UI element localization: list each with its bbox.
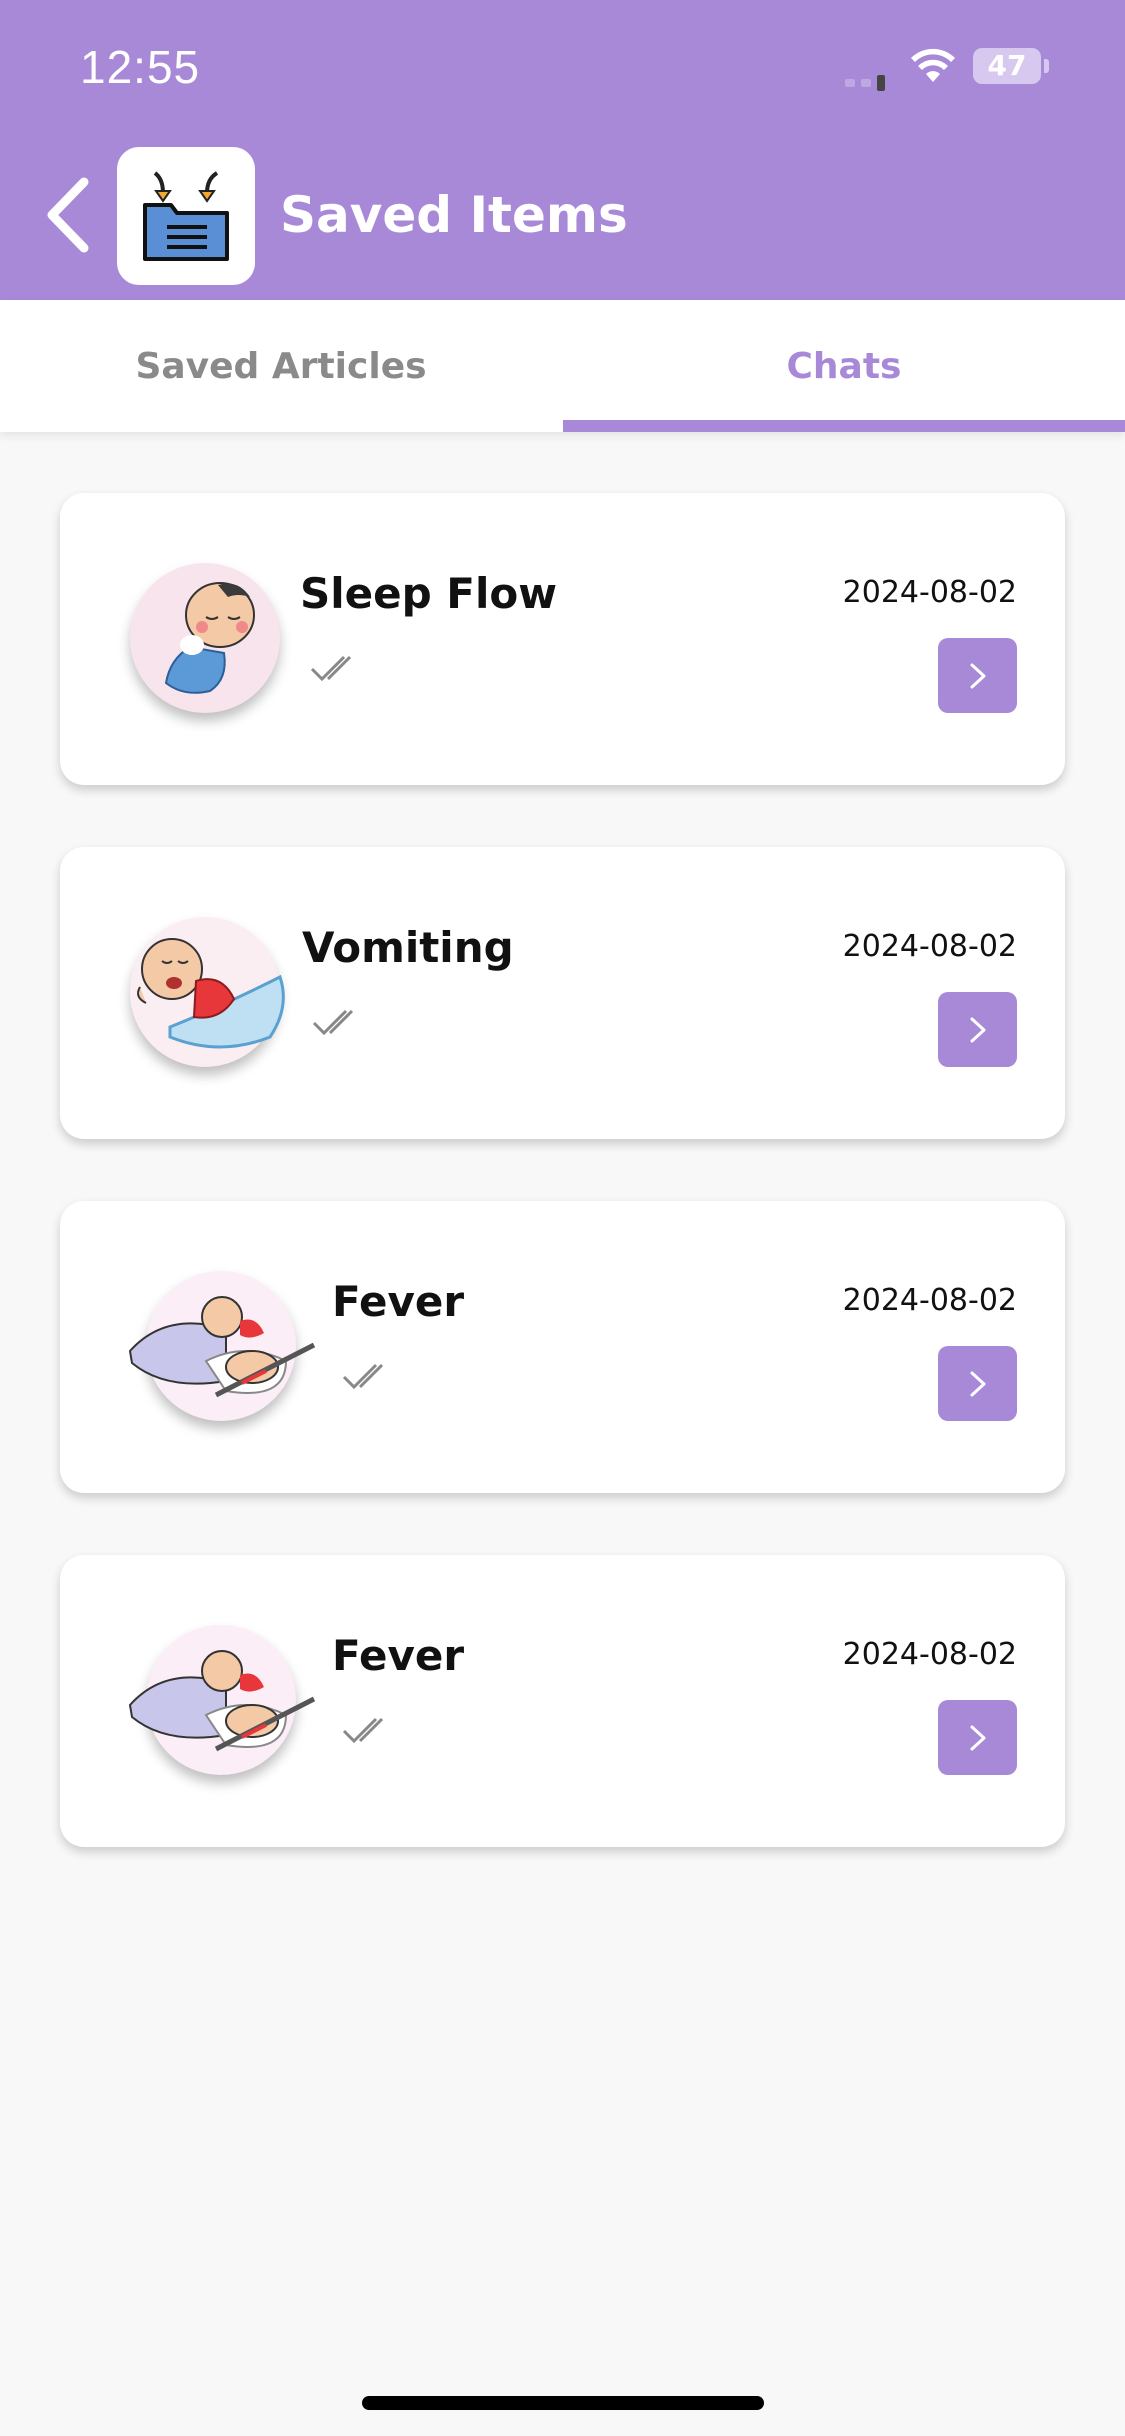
chat-title: Vomiting — [302, 923, 514, 972]
saved-folder-icon — [117, 147, 255, 285]
saved-items-screen: 12:55 47 Saved Items Saved Articles Chat… — [0, 0, 1125, 2436]
open-chat-button[interactable] — [938, 992, 1017, 1067]
chevron-right-icon — [970, 1725, 986, 1751]
chat-title: Fever — [332, 1631, 465, 1680]
chat-title: Fever — [332, 1277, 465, 1326]
double-check-icon — [310, 655, 352, 682]
cellular-signal-icon — [845, 72, 891, 91]
page-title: Saved Items — [280, 186, 628, 244]
open-chat-button[interactable] — [938, 1700, 1017, 1775]
chat-date: 2024-08-02 — [842, 575, 1017, 610]
battery-icon: 47 — [973, 48, 1049, 84]
chat-card[interactable]: Sleep Flow 2024-08-02 — [60, 493, 1065, 785]
chat-card[interactable]: Vomiting 2024-08-02 — [60, 847, 1065, 1139]
back-button[interactable] — [40, 170, 100, 260]
chat-card[interactable]: Fever 2024-08-02 — [60, 1555, 1065, 1847]
wifi-icon — [911, 48, 955, 82]
open-chat-button[interactable] — [938, 1346, 1017, 1421]
double-check-icon — [312, 1009, 354, 1036]
home-indicator[interactable] — [362, 2396, 764, 2410]
chat-date: 2024-08-02 — [842, 929, 1017, 964]
active-tab-indicator — [563, 420, 1125, 432]
double-check-icon — [342, 1717, 384, 1744]
fever-baby-avatar — [128, 1625, 316, 1775]
chat-card[interactable]: Fever 2024-08-02 — [60, 1201, 1065, 1493]
fever-baby-avatar — [128, 1271, 316, 1421]
app-header: 12:55 47 Saved Items — [0, 0, 1125, 300]
tab-chats[interactable]: Chats — [563, 300, 1125, 432]
sleeping-baby-avatar — [130, 563, 280, 713]
tab-saved-articles[interactable]: Saved Articles — [0, 300, 562, 432]
status-time: 12:55 — [80, 41, 201, 93]
chat-date: 2024-08-02 — [842, 1637, 1017, 1672]
chevron-right-icon — [970, 663, 986, 689]
chevron-right-icon — [970, 1017, 986, 1043]
chevron-right-icon — [970, 1371, 986, 1397]
vomiting-baby-avatar — [130, 917, 285, 1067]
chevron-left-icon — [47, 177, 89, 253]
chat-date: 2024-08-02 — [842, 1283, 1017, 1318]
open-chat-button[interactable] — [938, 638, 1017, 713]
double-check-icon — [342, 1363, 384, 1390]
tab-bar: Saved Articles Chats — [0, 300, 1125, 432]
chat-title: Sleep Flow — [300, 569, 558, 618]
status-icons: 47 — [845, 40, 1125, 100]
